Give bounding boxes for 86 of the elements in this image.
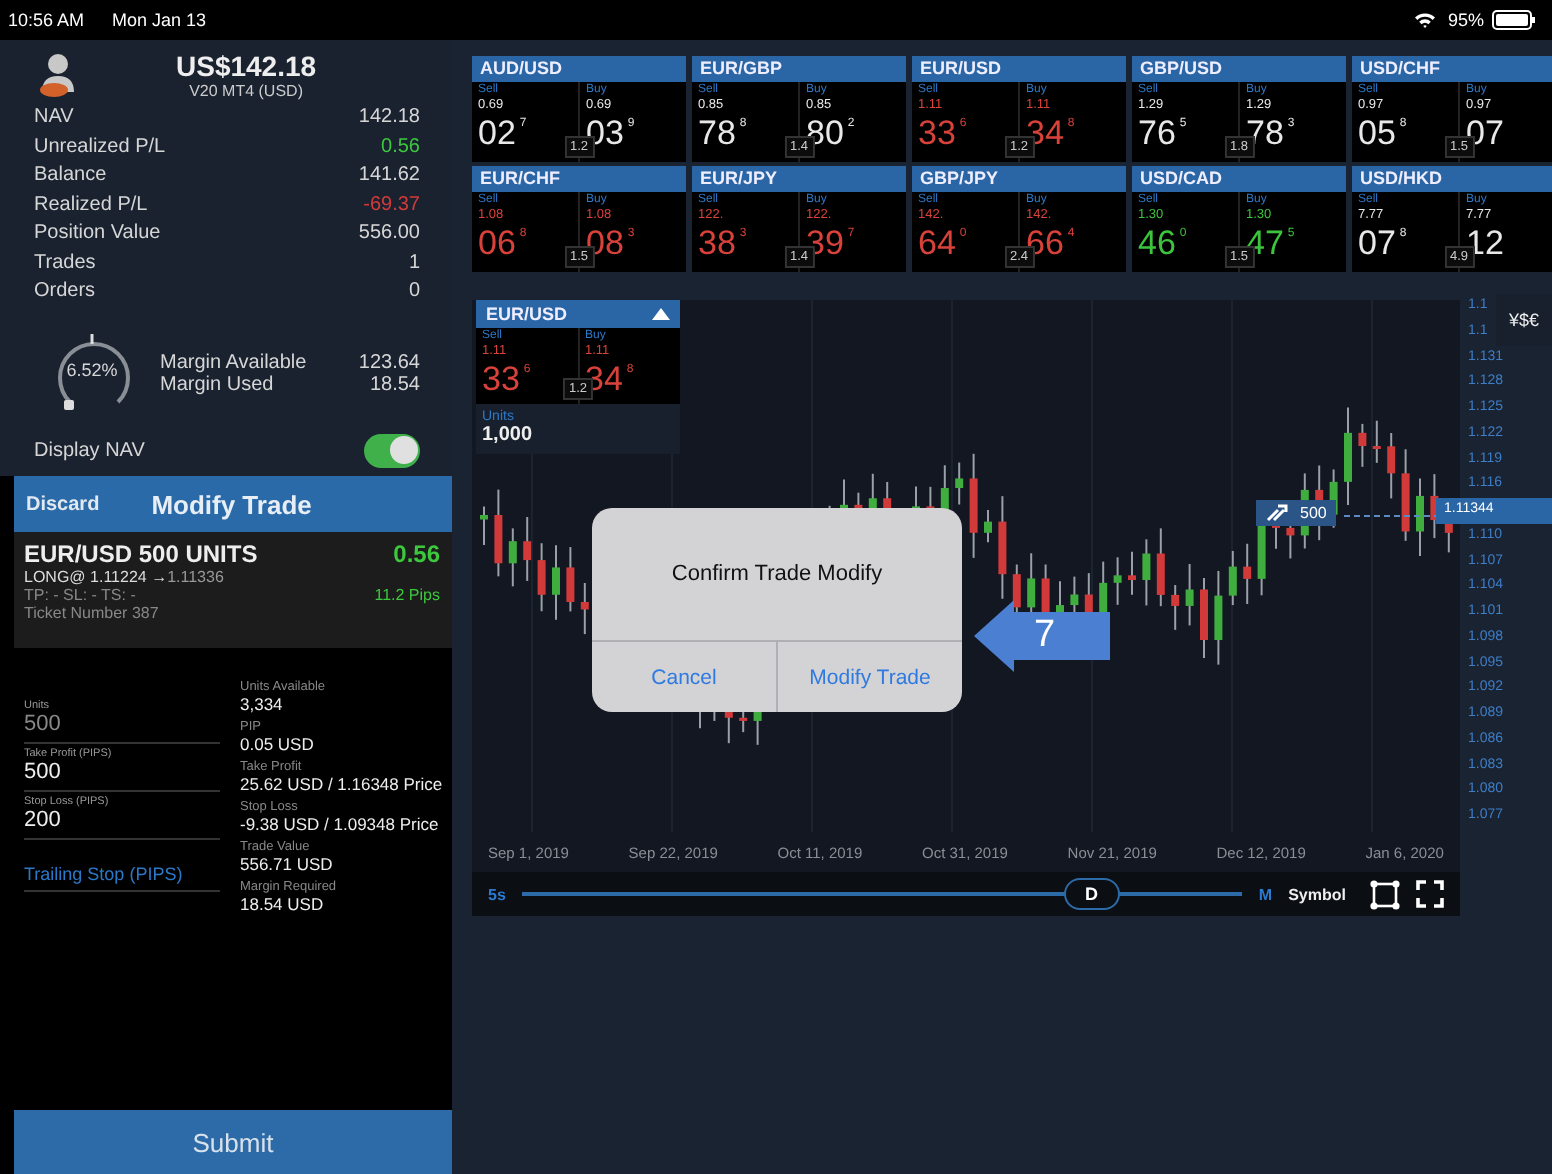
wifi-icon bbox=[1413, 12, 1436, 28]
quote-pair[interactable]: GBP/JPY bbox=[912, 166, 1126, 192]
quote-price: 02$^{7}$ bbox=[478, 115, 529, 149]
margin-label: Margin Available bbox=[160, 351, 307, 374]
fullscreen-icon[interactable] bbox=[1416, 880, 1444, 908]
account-label: Trades bbox=[34, 251, 96, 274]
margin-value: 123.64 bbox=[358, 351, 420, 374]
quote-price: 78$^{8}$ bbox=[698, 115, 749, 149]
quote-price: 64$^{0}$ bbox=[918, 225, 969, 259]
account-value: -69.37 bbox=[363, 193, 420, 216]
quote-price: 76$^{5}$ bbox=[1138, 115, 1189, 149]
account-label: Unrealized P/L bbox=[34, 135, 166, 158]
account-value: 141.62 bbox=[358, 164, 420, 187]
trade-profit: 0.56 bbox=[393, 540, 440, 568]
discard-button[interactable]: Discard bbox=[26, 493, 100, 515]
battery-icon bbox=[1492, 10, 1536, 30]
quote-pair[interactable]: EUR/JPY bbox=[692, 166, 906, 192]
trade-pair-units: EUR/USD 500 UNITS bbox=[24, 540, 258, 568]
quote-price: 07$^{8}$ bbox=[1358, 225, 1409, 259]
position-icon bbox=[1266, 504, 1288, 522]
account-avatar-icon bbox=[36, 51, 80, 100]
account-label: Position Value bbox=[34, 222, 161, 245]
currency-button[interactable]: ¥$€ bbox=[1496, 294, 1552, 346]
input-field[interactable]: 500 bbox=[24, 760, 220, 784]
quote-price: 38$^{3}$ bbox=[698, 225, 749, 259]
info-value: 556.71 USD bbox=[240, 854, 335, 874]
timeframe-max[interactable]: M bbox=[1258, 885, 1273, 903]
collapse-caret-icon[interactable] bbox=[652, 308, 670, 320]
quote-pair[interactable]: USD/CHF bbox=[1352, 56, 1552, 82]
quote-pair[interactable]: USD/CAD bbox=[1132, 166, 1346, 192]
timeframe-min[interactable]: 5s bbox=[488, 885, 506, 903]
account-label: Balance bbox=[34, 164, 107, 187]
quote-price: 33$^{6}$ bbox=[918, 115, 969, 149]
units-value: 1,000 bbox=[482, 424, 535, 446]
account-value: 1 bbox=[408, 251, 420, 274]
trade-pips: 11.2 Pips bbox=[374, 586, 440, 604]
display-nav-label: Display NAV bbox=[34, 439, 145, 462]
position-tag[interactable]: 500 bbox=[1256, 500, 1337, 526]
quote-price: 06$^{8}$ bbox=[478, 225, 529, 259]
quote-pair[interactable]: EUR/USD bbox=[912, 56, 1126, 82]
info-value: 25.62 USD / 1.16348 Price bbox=[240, 774, 445, 794]
quote-price: 46$^{0}$ bbox=[1138, 225, 1189, 259]
quote-pair[interactable]: GBP/USD bbox=[1132, 56, 1346, 82]
margin-label: Margin Used bbox=[160, 373, 274, 396]
trailing-stop-link[interactable]: Trailing Stop (PIPS) bbox=[24, 864, 220, 884]
modify-trade-title: Modify Trade bbox=[151, 489, 312, 519]
margin-percent: 6.52% bbox=[64, 359, 120, 380]
info-value: 0.05 USD bbox=[240, 734, 316, 754]
dialog-title: Confirm Trade Modify bbox=[592, 508, 962, 642]
account-value: 0.56 bbox=[381, 135, 420, 158]
quote-pair[interactable]: AUD/USD bbox=[472, 56, 686, 82]
position-units: 500 bbox=[1300, 504, 1327, 522]
status-date: Mon Jan 13 bbox=[112, 10, 207, 30]
trade-stops: TP: - SL: - TS: - bbox=[24, 586, 136, 604]
timeframe-slider[interactable]: D bbox=[521, 876, 1243, 912]
submit-button[interactable]: Submit bbox=[14, 1110, 452, 1174]
account-value: 0 bbox=[408, 280, 420, 303]
display-nav-toggle[interactable] bbox=[364, 433, 420, 468]
account-name: V20 MT4 (USD) bbox=[189, 82, 303, 101]
quote-pair[interactable]: EUR/GBP bbox=[692, 56, 906, 82]
info-value: -9.38 USD / 1.09348 Price bbox=[240, 814, 441, 834]
account-value: 142.18 bbox=[358, 106, 420, 129]
account-value: 556.00 bbox=[358, 222, 420, 245]
status-time: 10:56 AM bbox=[8, 10, 85, 30]
callout-arrow bbox=[974, 600, 1110, 672]
account-label: Orders bbox=[34, 280, 96, 303]
info-value: 3,334 bbox=[240, 694, 285, 714]
info-value: 18.54 USD bbox=[240, 894, 326, 914]
step-number: 7 bbox=[1034, 614, 1056, 658]
trade-entry: LONG@ 1.11224 →1.11336 bbox=[24, 568, 224, 586]
timeframe-knob[interactable]: D bbox=[1063, 878, 1120, 910]
account-label: NAV bbox=[34, 106, 74, 129]
quote-pair[interactable]: USD/HKD bbox=[1352, 166, 1552, 192]
battery-percent: 95% bbox=[1447, 10, 1484, 30]
input-field[interactable]: 500 bbox=[24, 712, 220, 736]
widget-pair: EUR/USD bbox=[486, 304, 568, 324]
symbol-button[interactable]: Symbol bbox=[1288, 885, 1354, 903]
ticket-number: Ticket Number 387 bbox=[24, 604, 161, 622]
widget-price: 33$^{6}$ bbox=[482, 361, 533, 395]
input-field[interactable]: 200 bbox=[24, 808, 220, 832]
margin-value: 18.54 bbox=[369, 373, 420, 396]
quote-pair[interactable]: EUR/CHF bbox=[472, 166, 686, 192]
account-label: Realized P/L bbox=[34, 193, 148, 216]
account-balance: US$142.18 bbox=[176, 50, 317, 83]
quote-price: 05$^{8}$ bbox=[1358, 115, 1409, 149]
drawing-tool-icon[interactable] bbox=[1370, 879, 1400, 909]
